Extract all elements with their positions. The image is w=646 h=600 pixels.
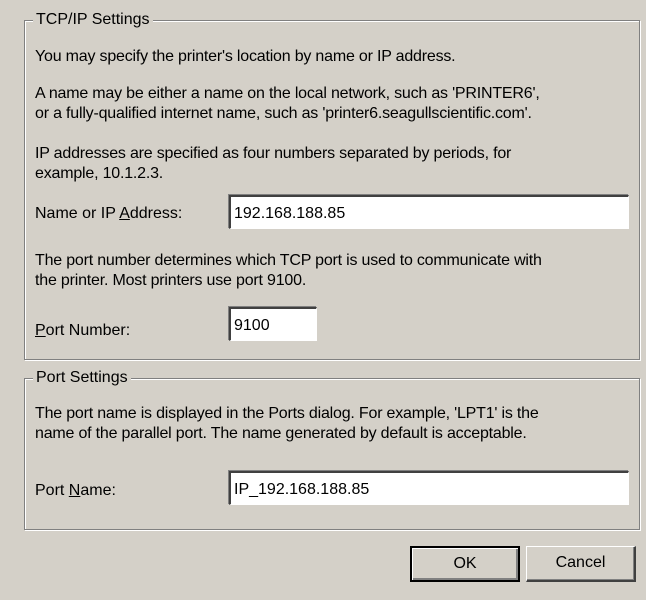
port-number-description: The port number determines which TCP por… xyxy=(35,252,542,289)
tcpip-settings-title: TCP/IP Settings xyxy=(33,10,153,30)
address-input[interactable] xyxy=(229,195,629,229)
cancel-button[interactable]: Cancel xyxy=(526,546,636,582)
port-number-label: Port Number: xyxy=(35,322,131,339)
port-name-input[interactable] xyxy=(229,471,629,505)
tcpip-settings-group: TCP/IP Settings You may specify the prin… xyxy=(24,10,640,360)
tcpip-description-location: You may specify the printer's location b… xyxy=(35,48,456,65)
port-settings-group: Port Settings The port name is displayed… xyxy=(24,368,640,530)
address-label: Name or IP Address: xyxy=(35,205,183,222)
port-number-input[interactable] xyxy=(229,307,317,341)
ok-button[interactable]: OK xyxy=(410,546,520,582)
port-name-label: Port Name: xyxy=(35,482,116,499)
tcpip-description-ip: IP addresses are specified as four numbe… xyxy=(35,145,512,182)
port-settings-title: Port Settings xyxy=(33,368,131,388)
tcpip-description-name: A name may be either a name on the local… xyxy=(35,85,540,122)
port-settings-description: The port name is displayed in the Ports … xyxy=(35,405,539,442)
